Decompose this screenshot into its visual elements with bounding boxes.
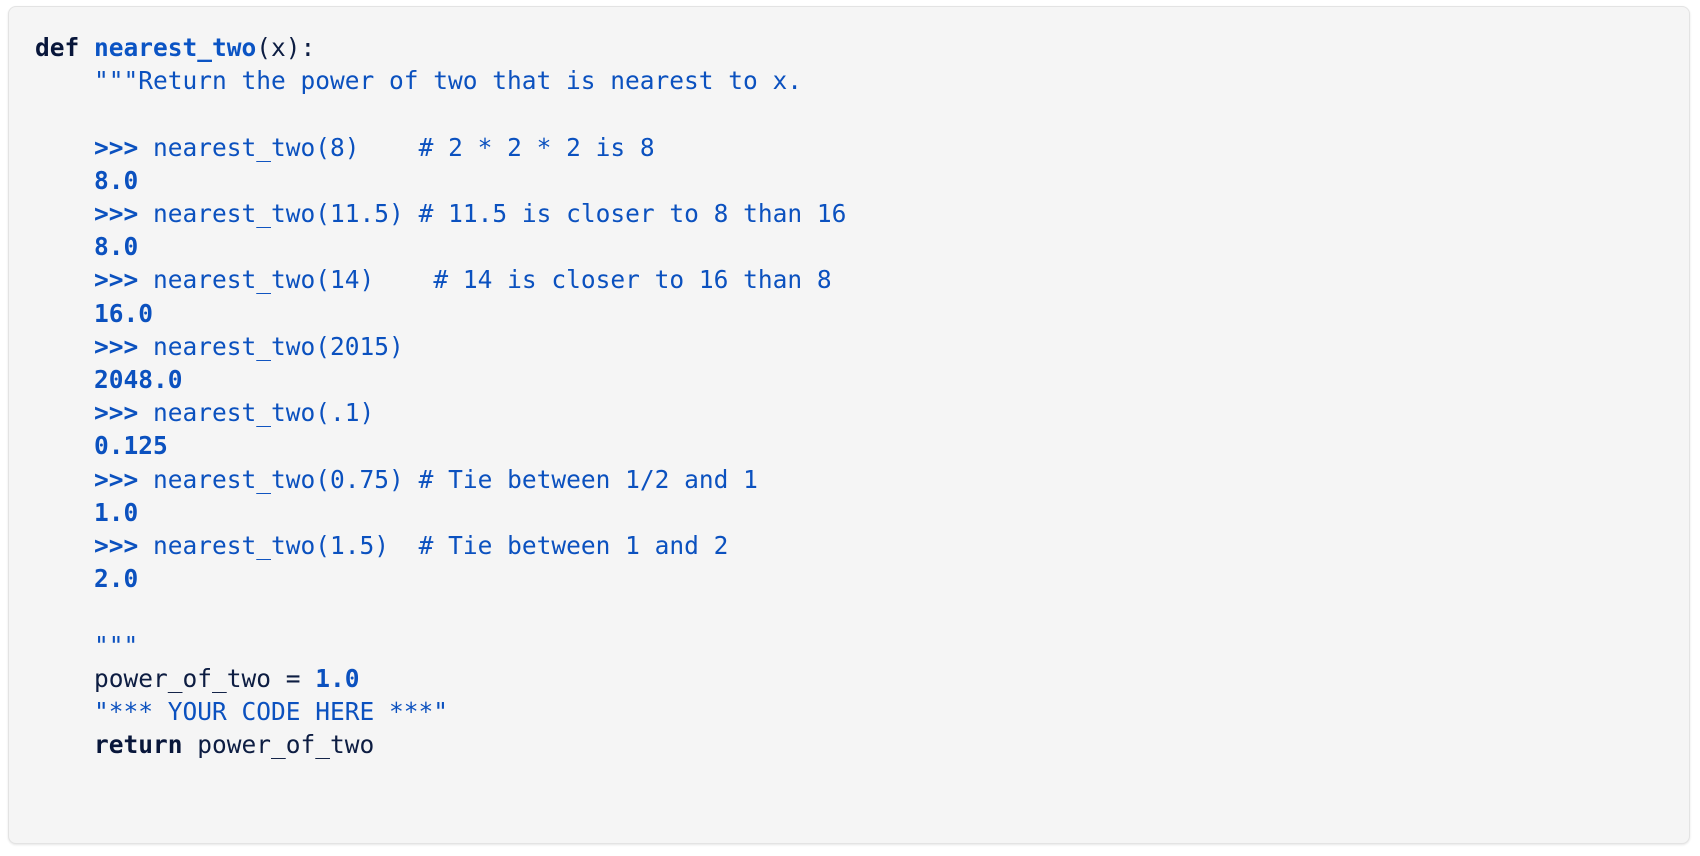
doctest-prompt: >>>	[94, 132, 154, 162]
code-line-blank-2	[35, 595, 1671, 628]
doctest-call-5: >>> nearest_two(.1)	[35, 396, 1671, 429]
docstring-open-quotes: """	[94, 66, 139, 96]
doctest-result-4: 2048.0	[35, 363, 1671, 396]
doctest-result-text: 16.0	[94, 298, 154, 328]
doctest-call-text: nearest_two(14)	[153, 265, 375, 295]
doctest-comment: # Tie between 1/2 and 1	[418, 464, 758, 494]
doctest-result-text: 2.0	[94, 564, 139, 594]
doctest-result-5: 0.125	[35, 429, 1671, 462]
return-expression: power_of_two	[197, 730, 375, 760]
doctest-prompt: >>>	[94, 331, 154, 361]
doctest-call-text: nearest_two(2015)	[153, 331, 404, 361]
code-line-placeholder: "*** YOUR CODE HERE ***"	[35, 695, 1671, 728]
code-line-return: return power_of_two	[35, 728, 1671, 761]
doctest-result-text: 1.0	[94, 497, 139, 527]
code-line-docstring-open: """Return the power of two that is neare…	[35, 64, 1671, 97]
doctest-result-3: 16.0	[35, 297, 1671, 330]
your-code-here-placeholder: "*** YOUR CODE HERE ***"	[94, 697, 449, 727]
python-source-code[interactable]: def nearest_two(x): """Return the power …	[9, 7, 1689, 779]
doctest-result-7: 2.0	[35, 562, 1671, 595]
doctest-prompt: >>>	[94, 531, 154, 561]
doctest-comment: # 14 is closer to 16 than 8	[433, 265, 832, 295]
doctest-pad	[360, 133, 419, 162]
doctest-pad	[404, 465, 419, 494]
doctest-pad	[404, 199, 419, 228]
doctest-call-7: >>> nearest_two(1.5) # Tie between 1 and…	[35, 529, 1671, 562]
return-keyword: return	[94, 730, 183, 760]
doctest-result-text: 0.125	[94, 431, 168, 461]
doctest-result-1: 8.0	[35, 164, 1671, 197]
doctest-prompt: >>>	[94, 464, 154, 494]
doctest-call-text: nearest_two(1.5)	[153, 531, 390, 561]
doctest-comment: # 2 * 2 * 2 is 8	[418, 132, 655, 162]
function-params: (x):	[256, 33, 316, 62]
doctest-result-text: 8.0	[94, 232, 139, 262]
doctest-call-4: >>> nearest_two(2015)	[35, 330, 1671, 363]
doctest-prompt: >>>	[94, 265, 154, 295]
code-line-docstring-close: """	[35, 629, 1671, 662]
doctest-call-text: nearest_two(0.75)	[153, 464, 404, 494]
code-line-def: def nearest_two(x):	[35, 31, 1671, 64]
doctest-call-text: nearest_two(11.5)	[153, 199, 404, 229]
doctest-call-2: >>> nearest_two(11.5) # 11.5 is closer t…	[35, 197, 1671, 230]
code-line-assignment: power_of_two = 1.0	[35, 662, 1671, 695]
numeric-literal: 1.0	[315, 663, 360, 693]
doctest-call-3: >>> nearest_two(14) # 14 is closer to 16…	[35, 263, 1671, 296]
doctest-prompt: >>>	[94, 199, 154, 229]
function-name: nearest_two	[94, 33, 257, 62]
doctest-prompt: >>>	[94, 398, 154, 428]
doctest-call-text: nearest_two(.1)	[153, 398, 375, 428]
def-keyword: def	[35, 33, 80, 62]
doctest-result-6: 1.0	[35, 496, 1671, 529]
code-line-blank-1	[35, 97, 1671, 130]
doctest-pad	[374, 265, 433, 294]
doctest-comment: # 11.5 is closer to 8 than 16	[418, 199, 847, 229]
doctest-result-text: 8.0	[94, 165, 139, 195]
code-block-container: def nearest_two(x): """Return the power …	[8, 6, 1690, 844]
doctest-call-text: nearest_two(8)	[153, 132, 360, 162]
docstring-summary: Return the power of two that is nearest …	[138, 66, 803, 96]
variable-name: power_of_two	[94, 663, 272, 693]
assign-operator: =	[271, 663, 316, 693]
docstring-close-quotes: """	[94, 630, 139, 660]
doctest-call-1: >>> nearest_two(8) # 2 * 2 * 2 is 8	[35, 131, 1671, 164]
doctest-result-text: 2048.0	[94, 365, 183, 395]
doctest-comment: # Tie between 1 and 2	[418, 531, 729, 561]
doctest-pad	[389, 531, 419, 560]
doctest-call-6: >>> nearest_two(0.75) # Tie between 1/2 …	[35, 463, 1671, 496]
doctest-result-2: 8.0	[35, 230, 1671, 263]
